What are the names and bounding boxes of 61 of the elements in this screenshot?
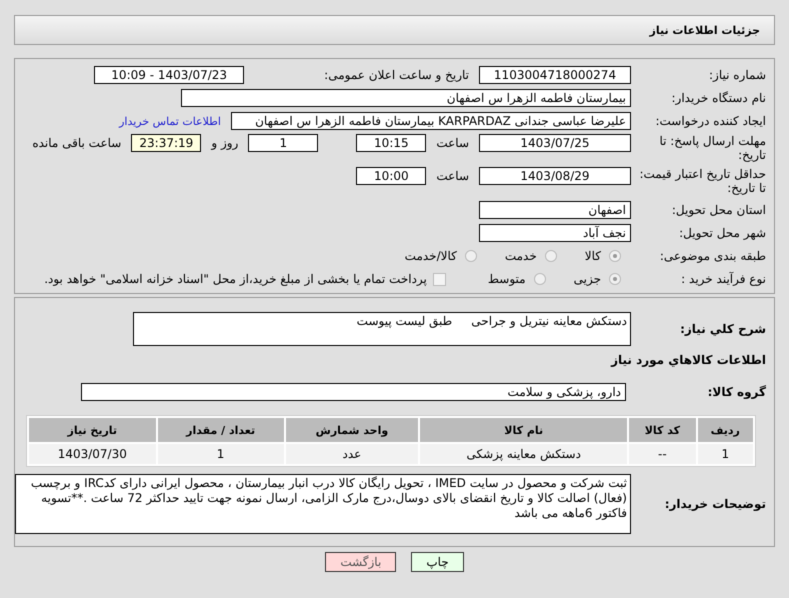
radio-label: جزیی — [574, 272, 601, 286]
table-cell: عدد — [286, 444, 418, 464]
header-title: جزئیات اطلاعات نیاز — [650, 24, 760, 36]
column-header: تعداد / مقدار — [158, 418, 284, 442]
radio-label: متوسط — [488, 272, 526, 286]
field-label: شهر محل تحویل: — [678, 226, 766, 240]
days-field: 1 — [248, 134, 318, 152]
table-cell: 1403/07/30 — [29, 444, 156, 464]
field-label: شرح کلي نياز: — [679, 322, 766, 336]
table-cell: -- — [629, 444, 696, 464]
radio-label: کالا/خدمت — [404, 249, 457, 263]
section-title: اطلاعات کالاهاي مورد نياز — [610, 353, 766, 367]
column-header: کد کالا — [629, 418, 696, 442]
back-button[interactable]: بازگشت — [325, 552, 396, 572]
buyer-contact-link[interactable]: اطلاعات تماس خریدار — [119, 114, 221, 128]
countdown-field: 23:37:19 — [131, 134, 202, 152]
print-button[interactable]: چاپ — [411, 552, 464, 572]
column-header: تاریخ نیاز — [29, 418, 156, 442]
province-field: اصفهان — [479, 201, 631, 219]
radio-button[interactable] — [534, 273, 546, 285]
field-label: طبقه بندی موضوعی: — [658, 249, 766, 263]
radio-button[interactable] — [464, 250, 477, 262]
radio-button[interactable] — [609, 250, 621, 262]
buyer-org-field: بیمارستان فاطمه الزهرا س اصفهان — [181, 89, 631, 107]
buyer-notes-textarea[interactable]: ثبت شرکت و محصول در سایت IMED ، تحویل رایگان کالا درب انبار بیمارستان ، محصول ایرانی دارای کدIRC و برچسب (فعال) اصالت کالا و تاریخ انقضای بالای دوسال،درج مارک الزامی، ارسال نمونه جهت تایید حداکثر 72 ساعت .**تسویه فاکتور 6ماهه می باشد — [15, 474, 631, 534]
days-label: روز و — [211, 135, 238, 152]
description-textarea[interactable]: دستکش معاینه نیتریل و جراحی طبق لیست پیوست — [133, 312, 631, 346]
need-number-field: 1103004718000274 — [479, 66, 631, 84]
time-label: ساعت — [436, 135, 469, 152]
field-label: توضیحات خریدار: — [664, 497, 766, 511]
announce-date-field: 1403/07/23 - 10:09 — [94, 66, 244, 84]
column-header: نام کالا — [420, 418, 628, 442]
checkbox-label: پرداخت تمام یا بخشی از مبلغ خرید،از محل "اسناد خزانه اسلامی" خواهد بود. — [44, 272, 427, 286]
table-cell: 1 — [698, 444, 753, 464]
city-field: نجف آباد — [479, 224, 631, 242]
field-label: تاریخ و ساعت اعلان عمومی: — [324, 68, 469, 82]
radio-label: کالا — [584, 249, 601, 263]
validity-date-field: 1403/08/29 — [479, 167, 631, 185]
deadline-time-field: 10:15 — [356, 134, 426, 152]
column-header: واحد شمارش — [286, 418, 418, 442]
deadline-date-field: 1403/07/25 — [479, 134, 631, 152]
table-cell: دستکش معاینه پزشکی — [420, 444, 628, 464]
field-label: نام دستگاه خریدار: — [670, 91, 766, 105]
field-label: ایجاد کننده درخواست: — [654, 114, 766, 128]
field-label: شماره نیاز: — [708, 68, 766, 82]
field-label: استان محل تحویل: — [670, 203, 766, 217]
column-header: ردیف — [698, 418, 753, 442]
table-cell: 1 — [158, 444, 284, 464]
remaining-label: ساعت باقی مانده — [32, 135, 122, 152]
time-label: ساعت — [436, 168, 469, 185]
field-label: گروه کالا: — [706, 385, 766, 399]
radio-button[interactable] — [609, 273, 621, 285]
radio-button[interactable] — [544, 250, 557, 262]
validity-time-field: 10:00 — [356, 167, 426, 185]
goods-group-field: دارو، پزشکی و سلامت — [81, 383, 626, 401]
field-label: حداقل تاریخ اعتبار قیمت: تا تاریخ: — [638, 167, 766, 195]
checkbox[interactable] — [432, 272, 446, 286]
field-label: مهلت ارسال پاسخ: تا تاریخ: — [658, 134, 766, 162]
field-label: نوع فرآیند خرید : — [680, 272, 766, 286]
requester-field: علیرضا عباسی جندانی KARPARDAZ بیمارستان فاطمه الزهرا س اصفهان — [231, 112, 631, 130]
radio-label: خدمت — [504, 249, 537, 263]
